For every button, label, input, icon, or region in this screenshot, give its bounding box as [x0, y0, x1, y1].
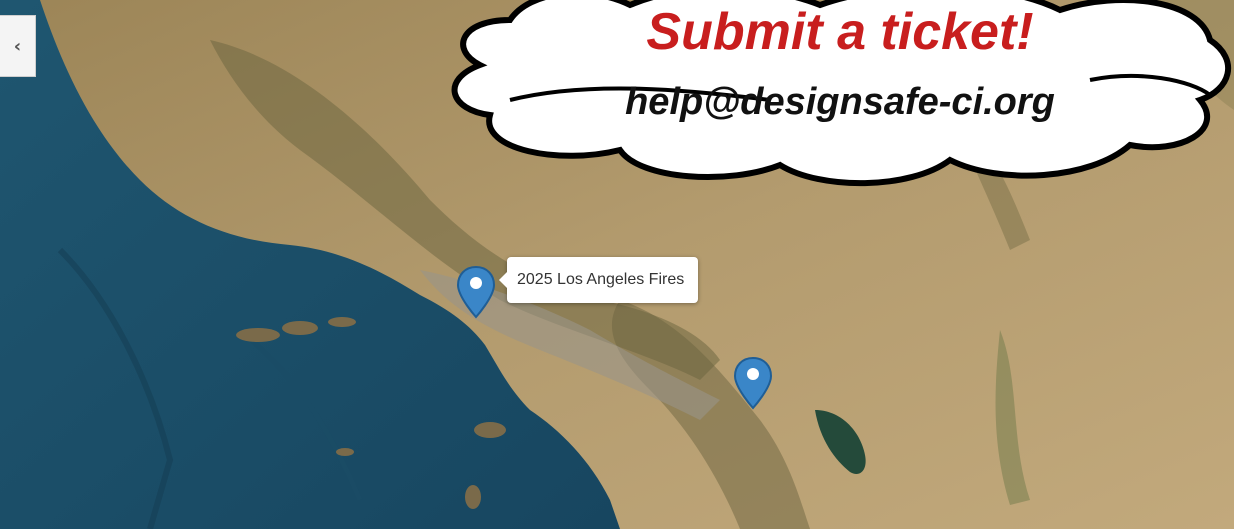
help-cloud-banner: Submit a ticket! help@designsafe-ci.org	[440, 0, 1234, 195]
help-email[interactable]: help@designsafe-ci.org	[550, 81, 1130, 124]
map-pin-icon	[733, 356, 773, 410]
submit-ticket-title: Submit a ticket!	[646, 3, 1034, 61]
marker-tooltip: 2025 Los Angeles Fires	[498, 257, 699, 303]
map-marker-los-angeles-fires[interactable]	[456, 265, 496, 319]
tooltip-label: 2025 Los Angeles Fires	[517, 271, 685, 288]
map-marker-second[interactable]	[733, 356, 773, 410]
map-pin-icon	[456, 265, 496, 319]
chevron-left-icon: ‹	[13, 35, 22, 57]
satellite-map[interactable]: ‹ 2025 Los Angeles Fires Submit a ticket…	[0, 0, 1234, 529]
sidebar-collapse-button[interactable]: ‹	[0, 15, 36, 77]
